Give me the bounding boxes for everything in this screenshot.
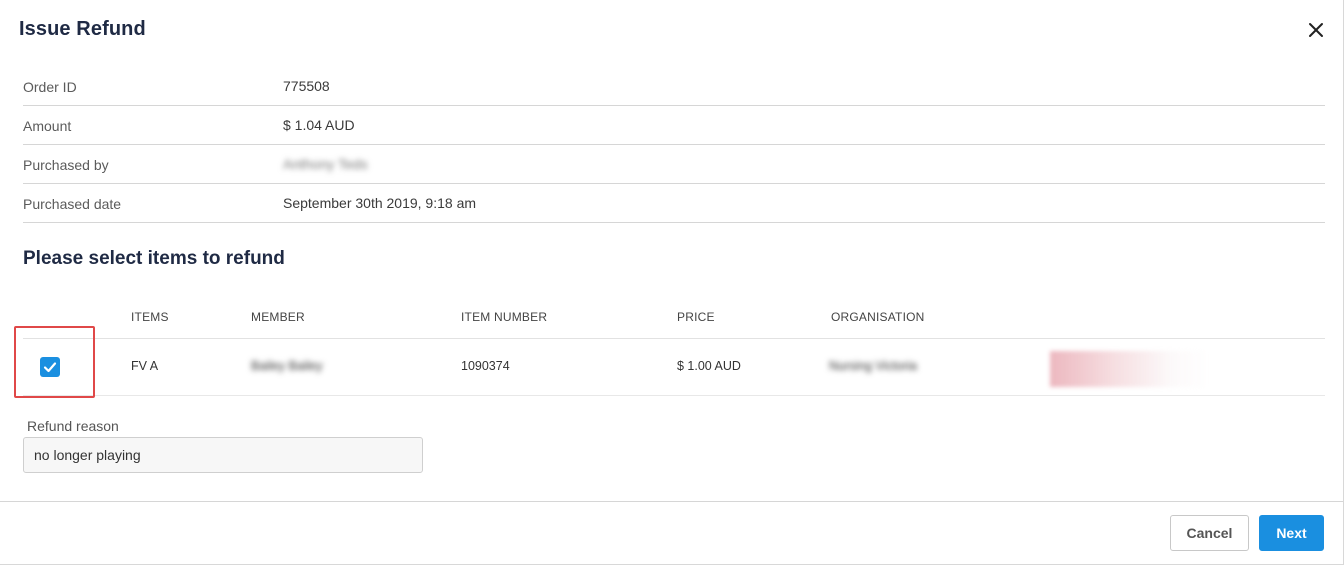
issue-refund-dialog: Issue Refund Order ID 775508 Amount $ 1.… <box>0 0 1344 565</box>
footer-divider <box>0 501 1343 502</box>
amount-label: Amount <box>23 118 72 134</box>
member-cell: Bailey Bailey <box>251 359 323 373</box>
purchased-by-value: Anthony Teds <box>283 156 368 172</box>
order-id-label: Order ID <box>23 79 77 95</box>
checkmark-icon <box>43 362 57 373</box>
column-header-items: ITEMS <box>131 310 169 324</box>
next-button[interactable]: Next <box>1259 515 1324 551</box>
purchased-date-value: September 30th 2019, 9:18 am <box>283 195 477 211</box>
column-header-price: PRICE <box>677 310 715 324</box>
purchased-by-row: Purchased by Anthony Teds <box>23 145 1325 184</box>
purchased-date-label: Purchased date <box>23 196 122 212</box>
amount-value: $ 1.04 AUD <box>283 117 355 133</box>
items-table-header: ITEMS MEMBER ITEM NUMBER PRICE ORGANISAT… <box>23 298 1325 339</box>
dialog-title: Issue Refund <box>19 18 146 40</box>
column-header-item-number: ITEM NUMBER <box>461 310 548 324</box>
refund-reason-input[interactable] <box>23 437 423 473</box>
column-header-member: MEMBER <box>251 310 305 324</box>
cancel-button[interactable]: Cancel <box>1170 515 1249 551</box>
redacted-status-smear <box>1050 351 1210 387</box>
organisation-cell: Nursing Victoria <box>829 359 918 373</box>
order-id-row: Order ID 775508 <box>23 67 1325 106</box>
item-number-cell: 1090374 <box>461 359 510 373</box>
item-select-checkbox[interactable] <box>40 357 60 377</box>
item-cell: FV A <box>131 359 159 373</box>
purchased-date-row: Purchased date September 30th 2019, 9:18… <box>23 184 1325 223</box>
column-header-organisation: ORGANISATION <box>831 310 925 324</box>
purchased-by-label: Purchased by <box>23 157 109 173</box>
price-cell: $ 1.00 AUD <box>677 359 741 373</box>
amount-row: Amount $ 1.04 AUD <box>23 106 1325 145</box>
items-section-heading: Please select items to refund <box>23 248 285 269</box>
order-id-value: 775508 <box>283 78 330 94</box>
refund-reason-label: Refund reason <box>27 418 119 434</box>
close-icon[interactable] <box>1305 19 1327 41</box>
